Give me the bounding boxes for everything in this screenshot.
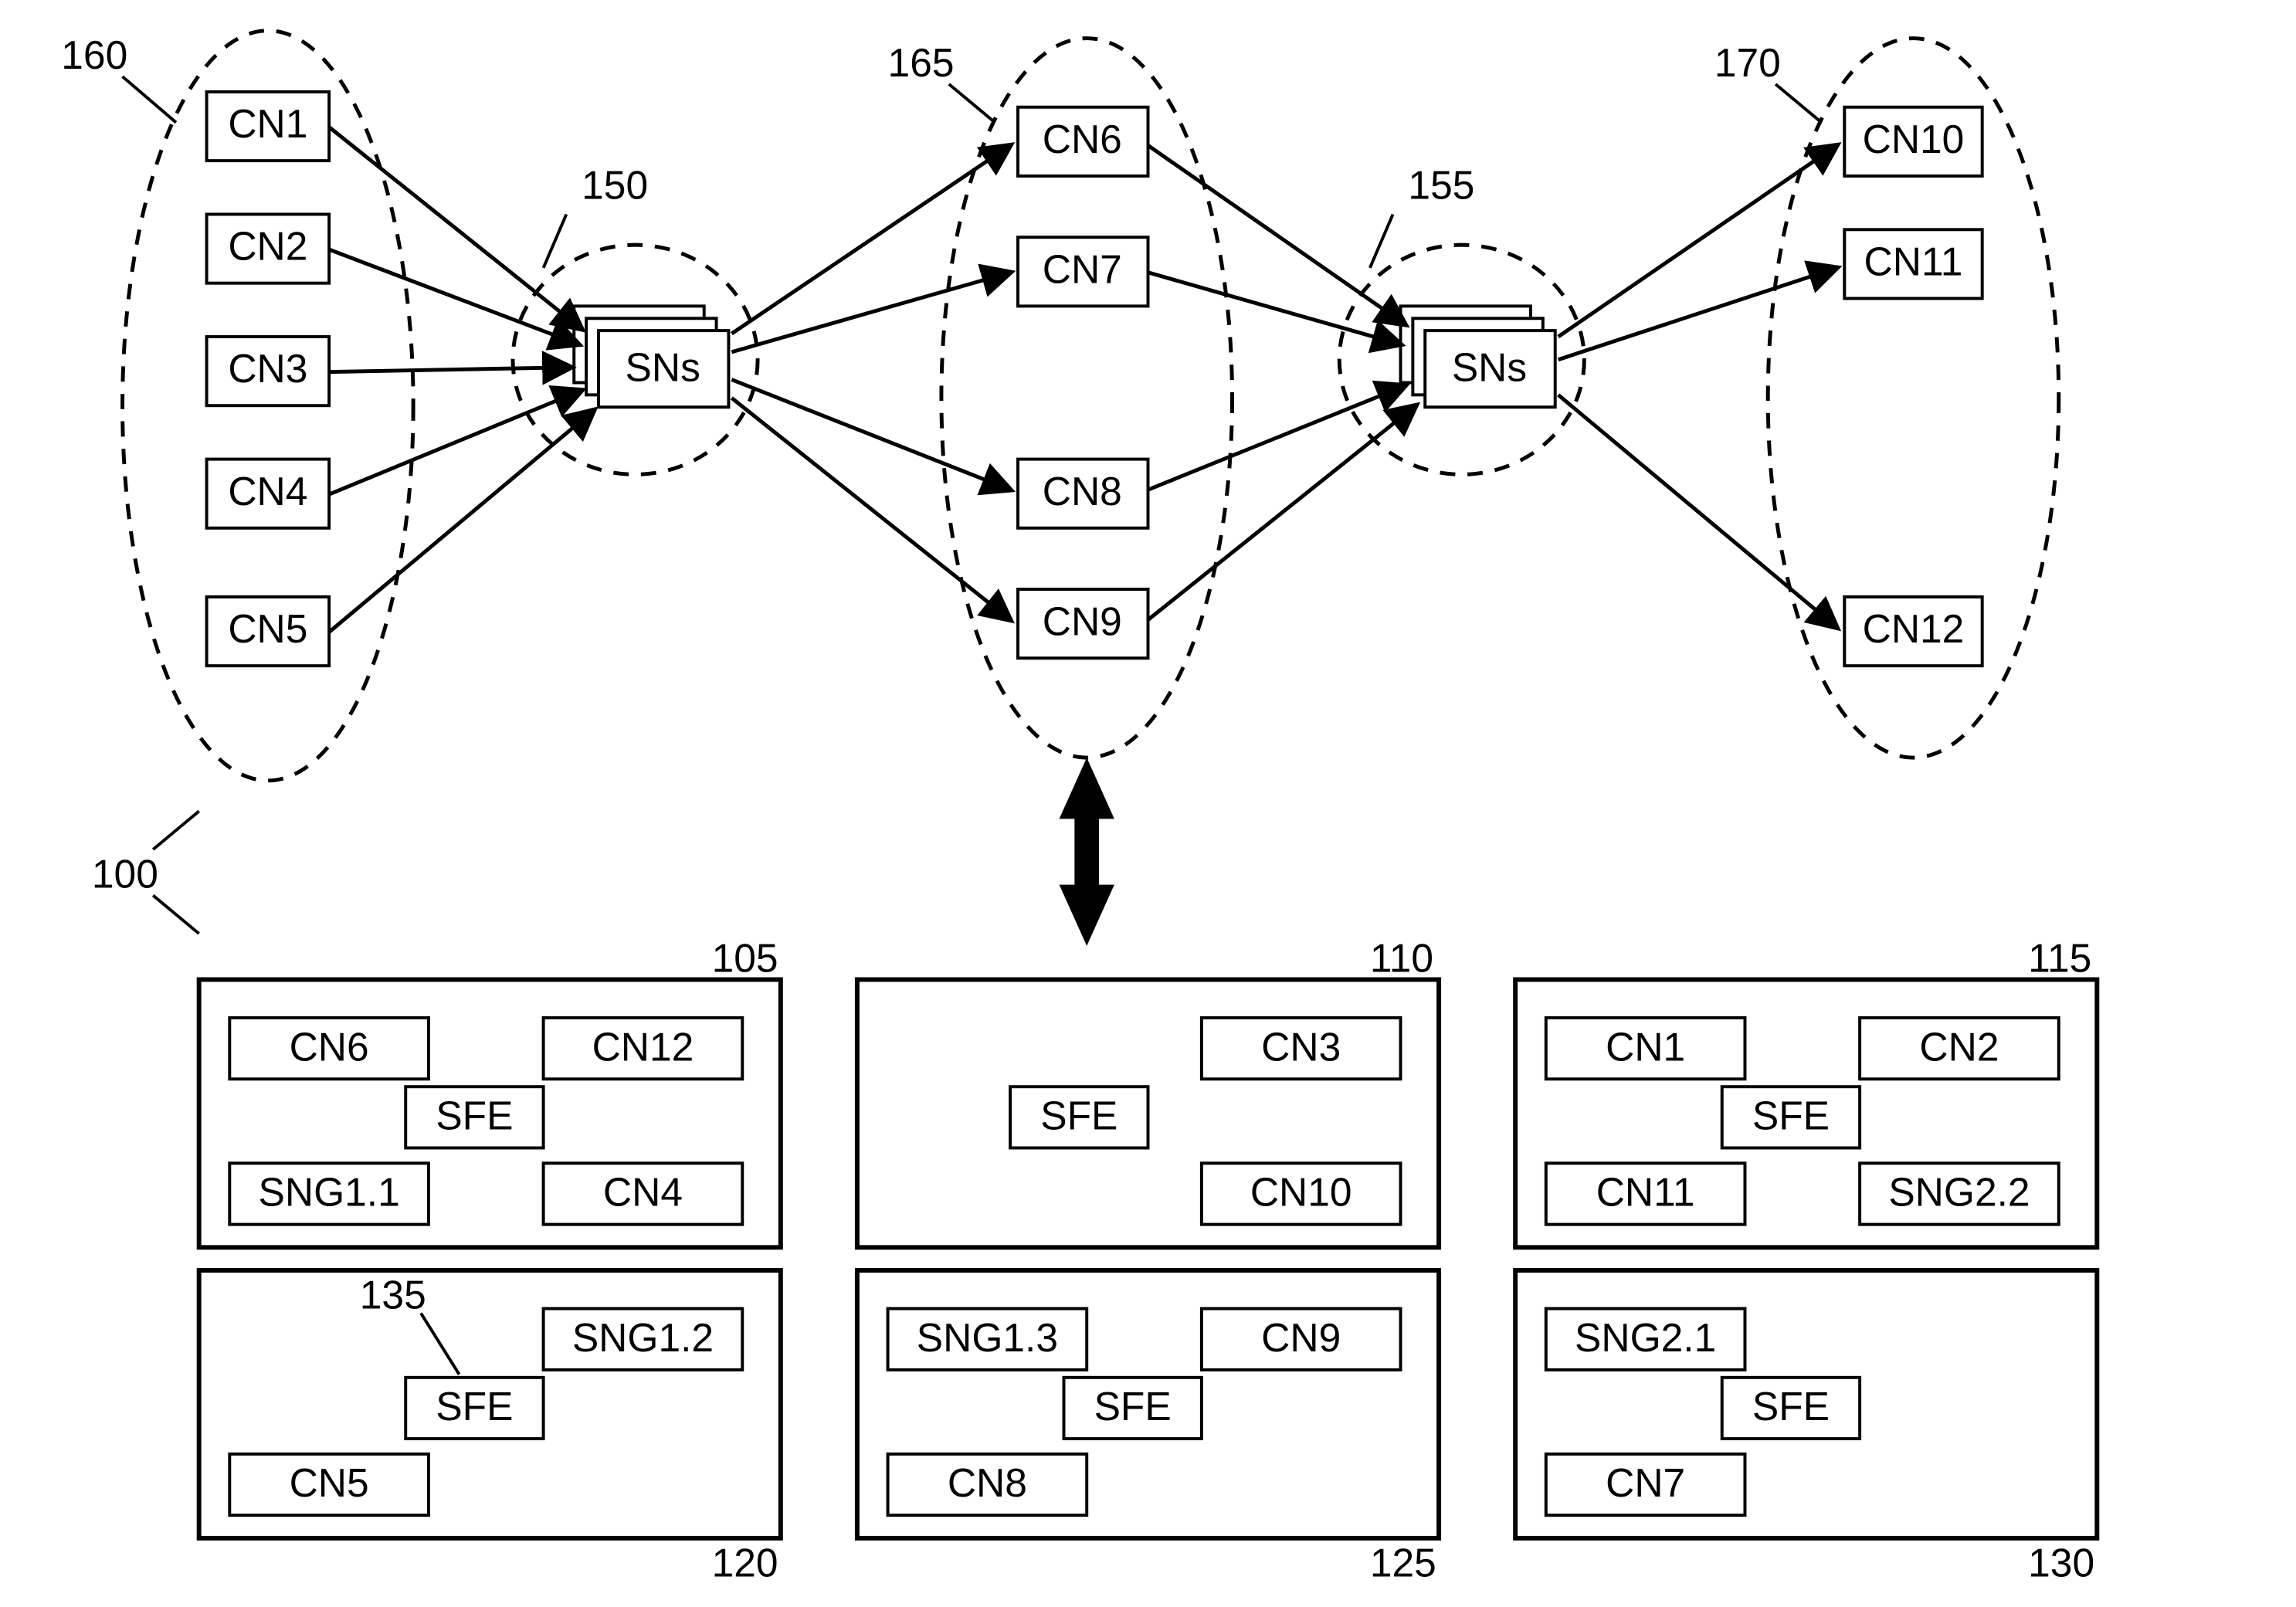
svg-text:CN11: CN11 bbox=[1596, 1170, 1695, 1215]
host-110: 110 CN3 SFE CN10 bbox=[857, 936, 1439, 1248]
svg-text:SNs: SNs bbox=[626, 344, 700, 389]
ref-120: 120 bbox=[712, 1540, 778, 1585]
svg-text:SFE: SFE bbox=[1752, 1093, 1830, 1137]
node-cn2: CN2 bbox=[207, 214, 330, 283]
svg-text:CN6: CN6 bbox=[1043, 117, 1122, 161]
edge-sn2-cn11 bbox=[1558, 268, 1837, 360]
svg-text:SNG1.2: SNG1.2 bbox=[572, 1315, 714, 1360]
node-cn12: CN12 bbox=[1844, 597, 1982, 666]
ref-150: 150 bbox=[582, 163, 648, 208]
node-cn1: CN1 bbox=[207, 92, 330, 161]
edge-sn1-cn7 bbox=[731, 273, 1010, 352]
ref-115: 115 bbox=[2028, 936, 2091, 981]
svg-text:CN4: CN4 bbox=[603, 1170, 683, 1215]
edge-cn3-sn1 bbox=[329, 368, 571, 372]
ref-100: 100 bbox=[92, 852, 158, 897]
node-cn6: CN6 bbox=[1018, 107, 1148, 176]
svg-text:CN8: CN8 bbox=[1043, 469, 1122, 514]
ref-165: 165 bbox=[888, 40, 955, 85]
edge-sn1-cn8 bbox=[731, 380, 1010, 490]
svg-text:SFE: SFE bbox=[1752, 1384, 1830, 1429]
edge-sn2-cn12 bbox=[1558, 395, 1837, 627]
diagram: 160 CN1 CN2 CN3 CN4 CN5 150 SNs 165 bbox=[0, 0, 2296, 1607]
svg-text:CN3: CN3 bbox=[228, 346, 307, 391]
node-sns-150: SNs bbox=[574, 306, 728, 407]
host-115: 115 CN1 CN2 SFE CN11 SNG2.2 bbox=[1515, 936, 2097, 1248]
svg-text:CN12: CN12 bbox=[592, 1024, 694, 1069]
edge-sn2-cn10 bbox=[1558, 145, 1837, 337]
ref-135: 135 bbox=[360, 1273, 426, 1317]
node-cn5: CN5 bbox=[207, 597, 330, 666]
node-cn4: CN4 bbox=[207, 459, 330, 528]
node-cn7: CN7 bbox=[1018, 237, 1148, 306]
edge-sn1-cn9 bbox=[731, 398, 1010, 619]
ref-130: 130 bbox=[2028, 1540, 2094, 1585]
ref-160: 160 bbox=[61, 32, 127, 77]
edge-cn6-sn2 bbox=[1148, 145, 1406, 324]
svg-text:CN9: CN9 bbox=[1261, 1315, 1341, 1360]
double-arrow-icon bbox=[1060, 758, 1114, 946]
svg-text:CN10: CN10 bbox=[1250, 1170, 1352, 1215]
svg-text:SFE: SFE bbox=[1094, 1384, 1172, 1429]
edge-cn7-sn2 bbox=[1148, 273, 1401, 344]
svg-text:CN2: CN2 bbox=[1919, 1024, 1999, 1069]
ref-110: 110 bbox=[1370, 936, 1433, 981]
ref-155: 155 bbox=[1408, 163, 1474, 208]
svg-text:CN1: CN1 bbox=[1606, 1024, 1685, 1069]
host-125: 125 SNG1.3 CN9 SFE CN8 bbox=[857, 1270, 1439, 1585]
svg-text:CN6: CN6 bbox=[290, 1024, 369, 1069]
svg-text:CN7: CN7 bbox=[1043, 246, 1122, 291]
node-sns-155: SNs bbox=[1401, 306, 1555, 407]
svg-text:CN10: CN10 bbox=[1863, 117, 1965, 161]
node-cn10: CN10 bbox=[1844, 107, 1982, 176]
svg-text:CN2: CN2 bbox=[228, 224, 307, 269]
host-120: 120 135 SNG1.2 SFE CN5 bbox=[199, 1270, 781, 1585]
edge-cn5-sn1 bbox=[329, 410, 594, 632]
node-cn3: CN3 bbox=[207, 337, 330, 405]
ref-105: 105 bbox=[712, 936, 778, 981]
svg-text:SFE: SFE bbox=[1040, 1093, 1117, 1137]
svg-text:CN12: CN12 bbox=[1863, 606, 1965, 651]
svg-text:SFE: SFE bbox=[436, 1093, 513, 1137]
svg-text:SFE: SFE bbox=[436, 1384, 513, 1429]
edge-cn8-sn2 bbox=[1148, 385, 1406, 490]
edge-sn1-cn6 bbox=[731, 145, 1010, 334]
svg-text:SNG1.3: SNG1.3 bbox=[917, 1315, 1058, 1360]
svg-text:SNG1.1: SNG1.1 bbox=[259, 1170, 400, 1215]
svg-text:CN3: CN3 bbox=[1261, 1024, 1341, 1069]
ref-125: 125 bbox=[1370, 1540, 1436, 1585]
node-cn8: CN8 bbox=[1018, 459, 1148, 528]
svg-text:CN11: CN11 bbox=[1864, 239, 1963, 283]
host-130: 130 SNG2.1 SFE CN7 bbox=[1515, 1270, 2097, 1585]
node-cn11: CN11 bbox=[1844, 229, 1982, 298]
edge-cn9-sn2 bbox=[1148, 405, 1416, 619]
svg-text:SNG2.2: SNG2.2 bbox=[1888, 1170, 2030, 1215]
ref-170: 170 bbox=[1714, 40, 1781, 85]
svg-text:SNs: SNs bbox=[1452, 344, 1527, 389]
svg-text:CN4: CN4 bbox=[228, 469, 307, 514]
svg-text:CN5: CN5 bbox=[228, 606, 307, 651]
svg-text:CN1: CN1 bbox=[228, 101, 307, 146]
node-cn9: CN9 bbox=[1018, 589, 1148, 658]
svg-text:CN9: CN9 bbox=[1043, 598, 1122, 643]
edge-cn4-sn1 bbox=[329, 390, 582, 494]
svg-text:CN5: CN5 bbox=[290, 1460, 369, 1505]
svg-text:CN8: CN8 bbox=[948, 1460, 1027, 1505]
svg-text:CN7: CN7 bbox=[1606, 1460, 1685, 1505]
host-105: 105 CN6 CN12 SFE SNG1.1 CN4 bbox=[199, 936, 781, 1248]
svg-text:SNG2.1: SNG2.1 bbox=[1575, 1315, 1716, 1360]
